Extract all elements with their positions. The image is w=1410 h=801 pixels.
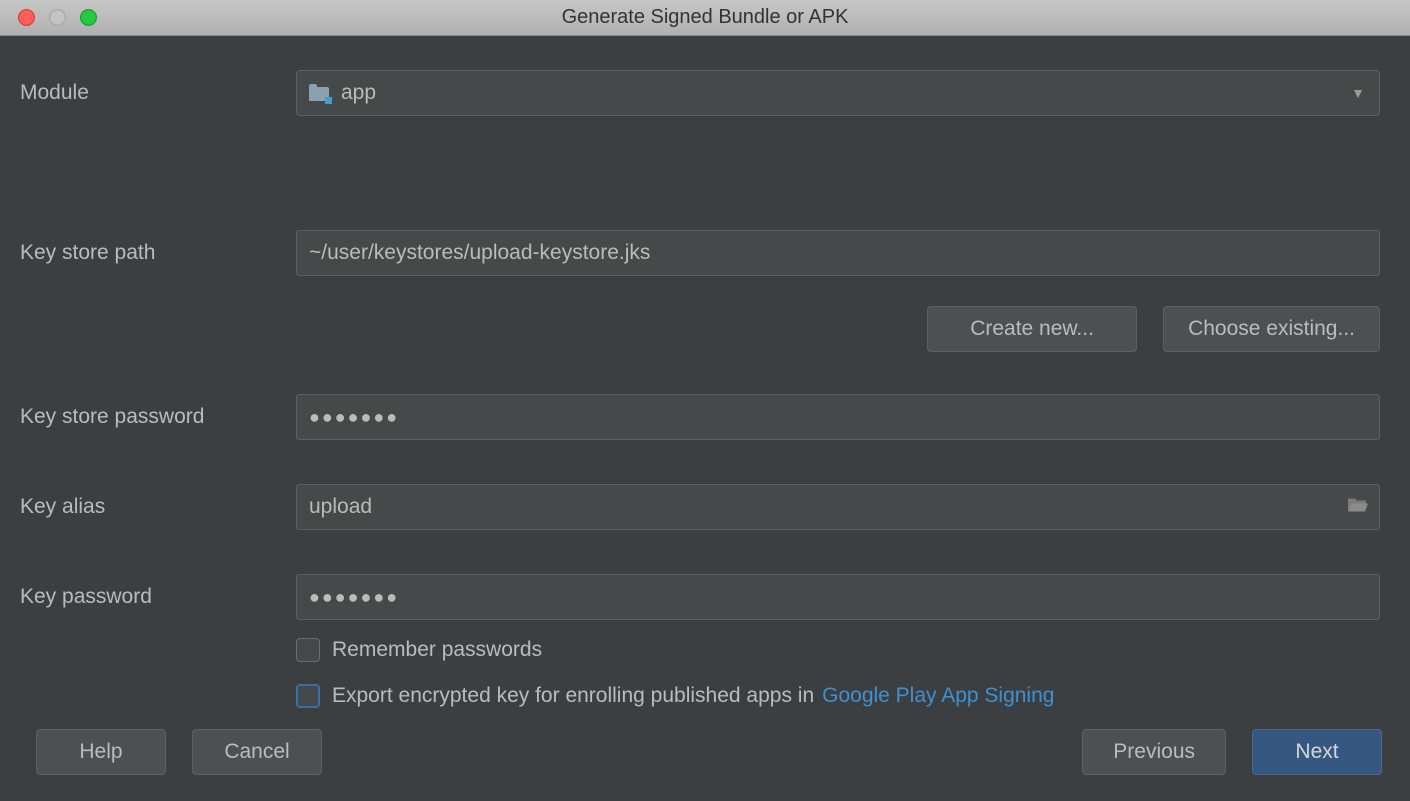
keystore-password-field[interactable]: ●●●●●●● [296, 394, 1380, 440]
create-new-button[interactable]: Create new... [927, 306, 1137, 352]
cancel-button[interactable]: Cancel [192, 729, 322, 775]
remember-passwords-label: Remember passwords [332, 638, 542, 662]
key-alias-value: upload [309, 495, 372, 519]
key-alias-field[interactable]: upload [296, 484, 1380, 530]
minimize-window-icon [49, 9, 66, 26]
module-value: app [341, 81, 376, 105]
remember-passwords-checkbox[interactable] [296, 638, 320, 662]
keystore-path-row: Key store path ~/user/keystores/upload-k… [20, 230, 1390, 276]
choose-existing-button[interactable]: Choose existing... [1163, 306, 1380, 352]
keystore-path-label: Key store path [20, 241, 296, 265]
module-icon [309, 83, 331, 103]
titlebar: Generate Signed Bundle or APK [0, 0, 1410, 36]
key-password-row: Key password ●●●●●●● [20, 574, 1390, 620]
keystore-password-row: Key store password ●●●●●●● [20, 394, 1390, 440]
folder-open-icon[interactable] [1347, 496, 1369, 519]
google-play-app-signing-link[interactable]: Google Play App Signing [822, 684, 1054, 708]
key-password-label: Key password [20, 585, 296, 609]
export-key-checkbox[interactable] [296, 684, 320, 708]
dialog-content: Module app ▼ Key store path ~/user/keyst… [0, 36, 1410, 716]
close-window-icon[interactable] [18, 9, 35, 26]
module-dropdown[interactable]: app ▼ [296, 70, 1380, 116]
export-key-label: Export encrypted key for enrolling publi… [332, 684, 814, 708]
next-button[interactable]: Next [1252, 729, 1382, 775]
key-alias-row: Key alias upload [20, 484, 1390, 530]
remember-passwords-row: Remember passwords [296, 638, 1390, 662]
keystore-path-value: ~/user/keystores/upload-keystore.jks [309, 241, 650, 265]
dialog-button-bar: Help Cancel Previous Next [0, 707, 1410, 801]
window-title: Generate Signed Bundle or APK [0, 6, 1410, 29]
keystore-path-field[interactable]: ~/user/keystores/upload-keystore.jks [296, 230, 1380, 276]
keystore-password-mask: ●●●●●●● [309, 407, 399, 428]
export-key-row: Export encrypted key for enrolling publi… [296, 684, 1390, 708]
chevron-down-icon: ▼ [1351, 85, 1365, 101]
module-row: Module app ▼ [20, 70, 1390, 116]
keystore-password-label: Key store password [20, 405, 296, 429]
help-button[interactable]: Help [36, 729, 166, 775]
module-label: Module [20, 81, 296, 105]
key-password-field[interactable]: ●●●●●●● [296, 574, 1380, 620]
key-alias-label: Key alias [20, 495, 296, 519]
maximize-window-icon[interactable] [80, 9, 97, 26]
keystore-button-row: Create new... Choose existing... [20, 306, 1380, 352]
key-password-mask: ●●●●●●● [309, 587, 399, 608]
window-controls [0, 9, 97, 26]
previous-button[interactable]: Previous [1082, 729, 1226, 775]
